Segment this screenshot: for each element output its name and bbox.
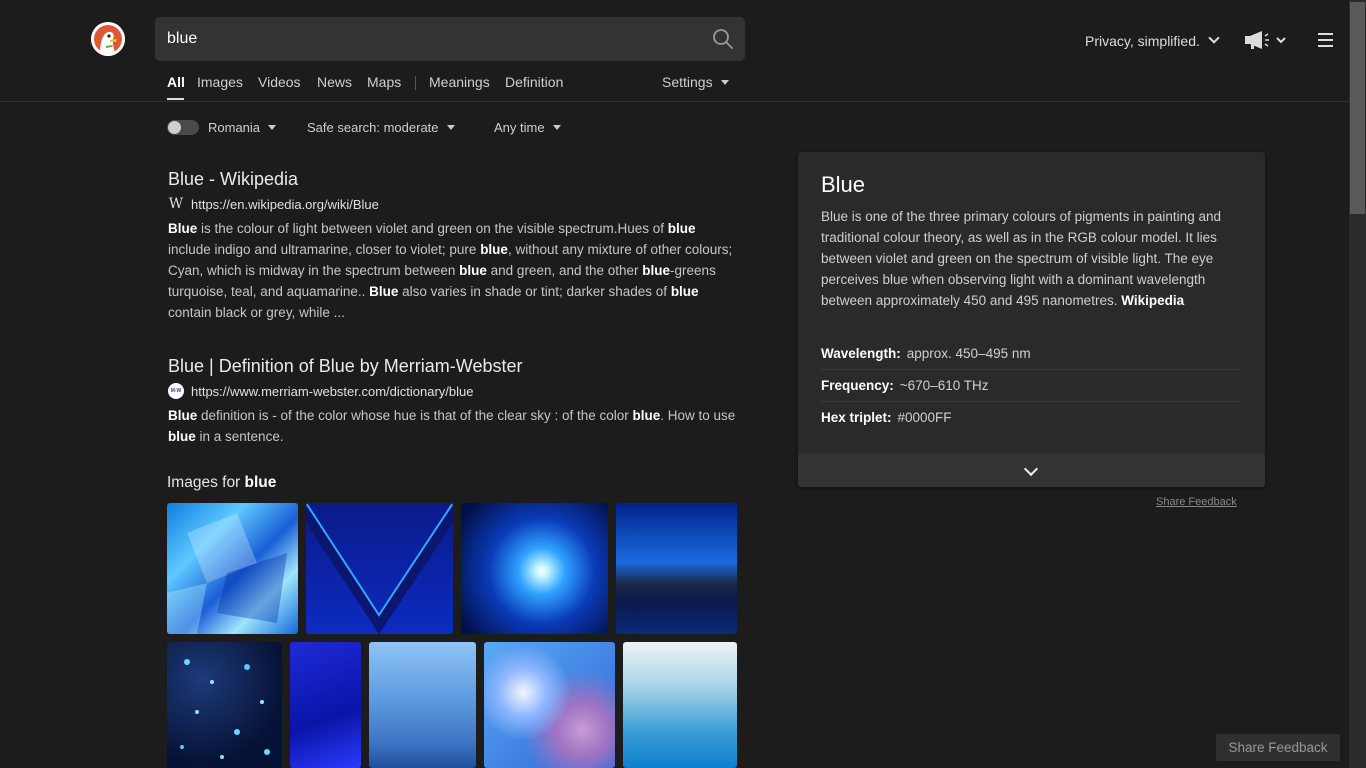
infobox-row-label: Wavelength: [821,346,901,361]
infobox-row-value: #0000FF [897,410,952,425]
tab-maps[interactable]: Maps [367,74,401,90]
snippet-highlight: blue [642,263,671,278]
blue-lake-dusk-image[interactable] [616,503,737,634]
blue-sky-mist-image[interactable] [369,642,476,768]
announcements-dropdown[interactable] [1244,30,1288,55]
snippet-highlight: Blue [168,221,198,236]
settings-dropdown[interactable]: Settings [662,74,729,90]
snippet-highlight: Blue [168,408,198,423]
time-dropdown[interactable]: Any time [494,120,561,135]
infobox-row-frequency: Frequency: ~670–610 THz [821,378,1241,402]
search-result: Blue - Wikipedia W https://en.wikipedia.… [168,169,738,323]
region-toggle[interactable] [167,120,199,135]
search-button[interactable] [711,27,735,51]
infobox-title: Blue [821,172,866,197]
infobox-row-wavelength: Wavelength: approx. 450–495 nm [821,346,1241,370]
tab-news[interactable]: News [317,74,352,90]
wikipedia-favicon-icon: W [168,196,184,212]
caret-down-icon [446,125,455,130]
tab-videos[interactable]: Videos [258,74,301,90]
snippet-text: contain black or grey, while ... [168,305,345,320]
merriam-webster-favicon-icon: M-W [168,383,184,399]
blue-gradient-image[interactable] [623,642,737,768]
safe-search-dropdown[interactable]: Safe search: moderate [307,120,455,135]
infobox-abstract: Blue is one of the three primary colours… [821,206,1245,311]
share-feedback-link[interactable]: Share Feedback [1156,496,1237,508]
snippet-text: . How to use [660,408,736,423]
caret-down-icon [552,125,561,130]
blue-pink-clouds-image[interactable] [484,642,615,768]
infobox-row-label: Hex triplet: [821,410,892,425]
result-url[interactable]: https://en.wikipedia.org/wiki/Blue [191,197,379,212]
infobox-source-link[interactable]: Wikipedia [1121,293,1184,308]
blue-bubbles-image[interactable] [167,642,282,768]
infobox-row-value: approx. 450–495 nm [906,346,1031,361]
result-snippet: Blue is the colour of light between viol… [168,218,738,323]
snippet-text: also varies in shade or tint; darker sha… [398,284,671,299]
result-title[interactable]: Blue | Definition of Blue by Merriam-Web… [168,356,738,377]
snippet-text: in a sentence. [195,429,284,444]
search-result: Blue | Definition of Blue by Merriam-Web… [168,356,738,447]
privacy-dropdown[interactable]: Privacy, simplified. [1085,32,1220,49]
caret-down-icon [268,125,277,130]
region-dropdown[interactable]: Romania [208,120,277,135]
blue-abstract-image[interactable] [290,642,361,768]
bubbles-pattern [180,659,270,759]
privacy-tagline: Privacy, simplified. [1085,33,1200,49]
snippet-highlight: blue [670,284,699,299]
snippet-highlight: blue [480,242,508,257]
share-feedback-button[interactable]: Share Feedback [1216,734,1340,761]
duckduckgo-logo[interactable] [91,22,125,56]
scrollbar-thumb[interactable] [1350,2,1365,214]
snippet-text: and green, and the other [486,263,643,278]
chevron-down-icon [1208,32,1220,44]
infobox-row-hex: Hex triplet: #0000FF [821,410,1241,433]
infobox-row-value: ~670–610 THz [899,378,989,393]
search-input[interactable] [167,17,687,61]
tab-meanings[interactable]: Meanings [429,74,490,90]
blue-shards-image[interactable] [167,503,298,634]
settings-label: Settings [662,74,713,90]
result-url-row: M-W https://www.merriam-webster.com/dict… [168,383,738,399]
result-url[interactable]: https://www.merriam-webster.com/dictiona… [191,384,473,399]
megaphone-icon [1245,31,1286,49]
images-title-prefix: Images for [167,474,245,491]
result-title[interactable]: Blue - Wikipedia [168,169,738,190]
result-snippet: Blue definition is - of the color whose … [168,405,738,447]
chevron-down-icon [1023,461,1039,477]
search-box [155,17,745,61]
infobox-panel: Blue Blue is one of the three primary co… [798,152,1265,487]
snippet-text: include indigo and ultramarine, closer t… [168,242,481,257]
infobox-row-label: Frequency: [821,378,894,393]
snippet-highlight: Blue [369,284,399,299]
blue-chevron-image[interactable] [306,503,453,634]
snippet-highlight: blue [632,408,661,423]
search-icon [713,29,733,49]
tab-divider [415,76,416,90]
infobox-expand-button[interactable] [798,454,1265,487]
time-label: Any time [494,120,545,135]
result-url-row: W https://en.wikipedia.org/wiki/Blue [168,196,738,212]
caret-down-icon [720,80,729,85]
tab-all[interactable]: All [167,74,185,90]
blue-burst-image[interactable] [461,503,608,634]
region-label: Romania [208,120,261,135]
chevron-pattern [306,503,453,634]
snippet-highlight: blue [168,429,196,444]
images-title-query: blue [244,474,277,491]
tab-definition[interactable]: Definition [505,74,563,90]
favicon-glyph: M-W [170,388,182,394]
shards-pattern [167,513,287,634]
hamburger-menu-icon[interactable] [1318,33,1333,47]
snippet-highlight: blue [667,221,696,236]
safe-search-label: Safe search: moderate [307,120,439,135]
snippet-text: definition is - of the color whose hue i… [197,408,633,423]
snippet-highlight: blue [459,263,487,278]
snippet-text: is the colour of light between violet an… [197,221,668,236]
images-section-title[interactable]: Images for blue [167,474,276,492]
favicon-glyph: W [168,196,184,212]
tab-images[interactable]: Images [197,74,243,90]
active-tab-underline [167,98,184,100]
